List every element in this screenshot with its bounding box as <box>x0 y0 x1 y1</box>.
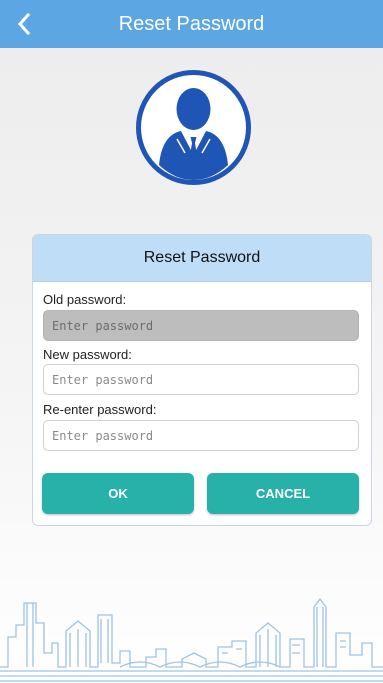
cancel-button[interactable]: CANCEL <box>207 473 359 514</box>
reenter-password-label: Re-enter password: <box>43 402 157 417</box>
new-password-label: New password: <box>43 347 132 362</box>
app-header: Reset Password <box>0 0 383 48</box>
page-title: Reset Password <box>118 13 265 35</box>
reenter-password-field[interactable] <box>43 420 359 451</box>
reset-password-card: Reset Password Old password: New passwor… <box>32 234 372 526</box>
user-businessman-icon <box>136 70 251 185</box>
card-title: Reset Password <box>33 235 371 282</box>
ok-button[interactable]: OK <box>42 473 194 514</box>
city-skyline-illustration <box>0 597 383 682</box>
old-password-field[interactable] <box>43 310 359 341</box>
old-password-label: Old password: <box>43 292 127 307</box>
new-password-field[interactable] <box>43 364 359 395</box>
